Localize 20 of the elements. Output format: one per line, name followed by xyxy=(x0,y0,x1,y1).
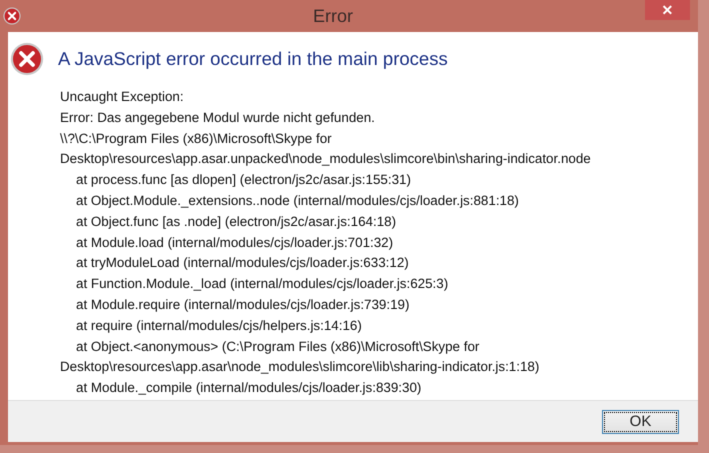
window-title: Error xyxy=(312,6,354,26)
error-message-line: Desktop\resources\app.asar.unpacked\node_modules\slimcore\bin\sharing-indicator.node xyxy=(60,150,592,168)
error-message-line: Error: Das angegebene Modul wurde nicht gefunden. xyxy=(60,108,376,127)
stack-frame-line: at Object.<anonymous> (C:\Program Files (x86)\Microsoft\Skype for xyxy=(75,338,480,356)
ok-button[interactable]: OK xyxy=(602,410,679,434)
stack-frame-line: at process.func [as dlopen] (electron/js2c/asar.js:155:31) xyxy=(75,171,412,190)
stack-frame-line: at Object.func [as .node] (electron/js2c/asar.js:164:18) xyxy=(75,212,398,231)
error-icon xyxy=(3,7,21,25)
error-message-line: Desktop\resources\app.asar\node_modules\slimcore\lib\sharing-indicator.js:1:18) xyxy=(60,358,540,376)
stack-frame-line: at Module._compile (internal/modules/cjs/loader.js:839:30) xyxy=(75,379,422,398)
stack-frame-line: at Object.Module._extensions..node (internal/modules/cjs/loader.js:881:18) xyxy=(75,192,520,210)
stack-frame-line: at Module.require (internal/modules/cjs/loader.js:739:19) xyxy=(75,296,410,314)
close-button[interactable]: ✕ xyxy=(645,0,690,20)
stack-frame-line: at Module.load (internal/modules/cjs/loader.js:701:32) xyxy=(75,234,394,252)
stack-frame-line: at tryModuleLoad (internal/modules/cjs/loader.js:633:12) xyxy=(75,254,410,272)
error-message-line: \\?\C:\Program Files (x86)\Microsoft\Skype for xyxy=(60,130,333,148)
error-heading: A JavaScript error occurred in the main process xyxy=(58,48,448,70)
stack-frame-line: at Function.Module._load (internal/modules/cjs/loader.js:625:3) xyxy=(75,275,450,294)
error-message-line: Uncaught Exception: xyxy=(60,88,185,106)
stack-frame-line: at require (internal/modules/cjs/helpers.js:14:16) xyxy=(75,316,363,335)
